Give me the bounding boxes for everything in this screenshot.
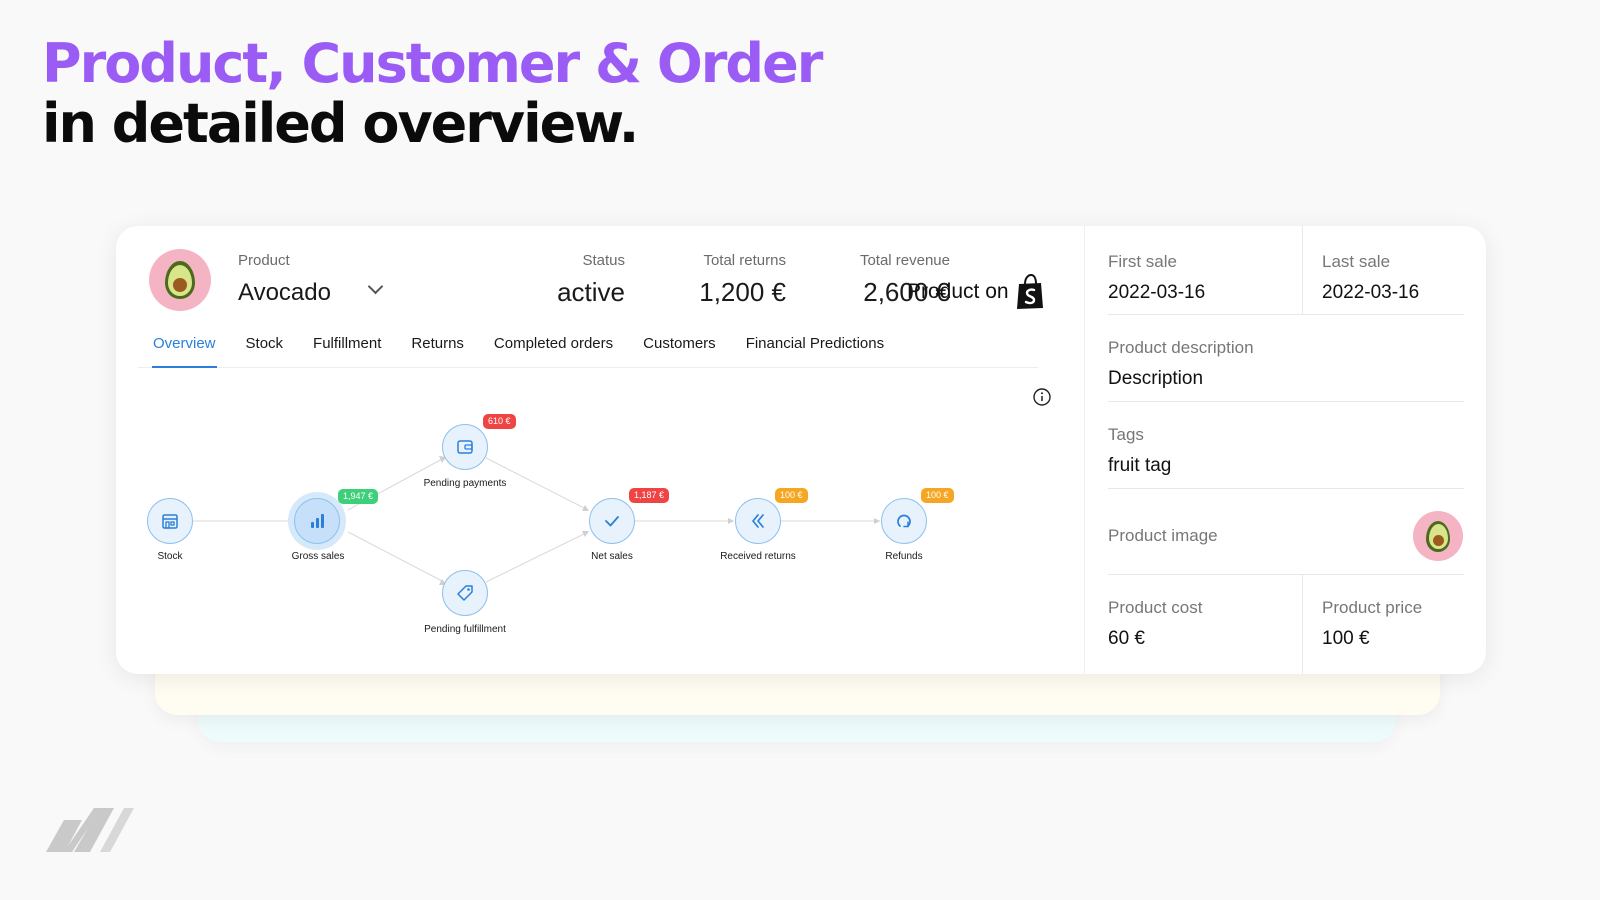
- last-sale-field: Last sale 2022-03-16: [1322, 252, 1419, 304]
- tags-label: Tags: [1108, 425, 1144, 444]
- first-sale-field: First sale 2022-03-16: [1108, 252, 1205, 304]
- received-returns-node[interactable]: [735, 498, 781, 544]
- product-label: Product: [238, 252, 290, 269]
- refunds-label: Refunds: [885, 551, 923, 562]
- received-returns-label: Received returns: [720, 551, 796, 562]
- last-sale-value: 2022-03-16: [1322, 282, 1420, 303]
- refunds-badge: 100 €: [921, 488, 954, 503]
- product-on-shopify-link[interactable]: Product on: [907, 274, 1045, 310]
- tags-field: Tags fruit tag: [1108, 425, 1171, 477]
- product-description-field: Product description Description: [1108, 338, 1254, 390]
- check-icon: [605, 516, 619, 527]
- pending-payments-label: Pending payments: [423, 478, 507, 489]
- sale-dates-divider: [1302, 226, 1303, 314]
- store-icon: [162, 514, 178, 529]
- product-cost-field: Product cost 60 €: [1108, 598, 1203, 650]
- pending-payments-badge: 610 €: [483, 414, 516, 429]
- pending-payments-node[interactable]: [442, 424, 488, 470]
- product-overview-card: Product Avocado Status active Total retu…: [116, 226, 1486, 674]
- brand-logo-icon: [46, 808, 134, 852]
- product-image-label: Product image: [1108, 526, 1218, 545]
- product-price-label: Product price: [1322, 598, 1423, 617]
- net-sales-label: Net sales: [591, 551, 633, 562]
- product-avatar: [149, 249, 211, 311]
- tab-stock[interactable]: Stock: [231, 334, 299, 368]
- pending-fulfillment-label: Pending fulfillment: [424, 624, 506, 635]
- tab-bar: Overview Stock Fulfillment Returns Compl…: [138, 334, 1038, 368]
- refresh-icon: [897, 514, 911, 528]
- product-description-value: Description: [1108, 368, 1204, 389]
- bar-chart-icon: [311, 514, 324, 528]
- first-sale-label: First sale: [1108, 252, 1177, 271]
- product-on-label: Product on: [907, 280, 1009, 303]
- stock-node[interactable]: [147, 498, 193, 544]
- tab-financial-predictions[interactable]: Financial Predictions: [731, 334, 899, 368]
- product-cost-label: Product cost: [1108, 598, 1203, 617]
- tab-fulfillment[interactable]: Fulfillment: [298, 334, 396, 368]
- refunds-node[interactable]: [881, 498, 927, 544]
- product-price-value: 100 €: [1322, 628, 1370, 649]
- received-returns-badge: 100 €: [775, 488, 808, 503]
- card-divider: [1084, 226, 1085, 674]
- tab-completed-orders[interactable]: Completed orders: [479, 334, 628, 368]
- tag-icon: [457, 585, 473, 601]
- total-revenue-label: Total revenue: [859, 252, 950, 269]
- tab-customers[interactable]: Customers: [628, 334, 731, 368]
- tags-value: fruit tag: [1108, 455, 1172, 476]
- stock-node-label: Stock: [157, 551, 183, 562]
- headline-line-1: Product, Customer & Order: [42, 32, 823, 95]
- info-icon[interactable]: [1033, 388, 1051, 406]
- product-selector[interactable]: Product Avocado: [238, 252, 331, 307]
- wallet-icon: [457, 440, 473, 454]
- net-sales-badge: 1,187 €: [629, 488, 670, 503]
- avocado-icon: [1426, 520, 1450, 552]
- divider-1: [1108, 314, 1464, 315]
- tab-returns[interactable]: Returns: [396, 334, 479, 368]
- gross-sales-label: Gross sales: [291, 551, 345, 562]
- headline: Product, Customer & Order in detailed ov…: [42, 32, 823, 155]
- gross-sales-badge: 1,947 €: [338, 489, 379, 504]
- divider-4: [1108, 574, 1464, 575]
- product-image-thumbnail[interactable]: [1413, 511, 1463, 561]
- cost-price-divider: [1302, 574, 1303, 674]
- shopify-bag-icon: [1016, 274, 1043, 309]
- first-sale-value: 2022-03-16: [1108, 282, 1206, 303]
- headline-line-2: in detailed overview.: [42, 92, 639, 155]
- sales-flow-diagram: Stock 1,947 € Gross sales 610 € Pending …: [138, 398, 1018, 668]
- net-sales-node[interactable]: [589, 498, 635, 544]
- avocado-icon: [165, 261, 195, 299]
- pending-fulfillment-node[interactable]: [442, 570, 488, 616]
- product-image-field: Product image: [1108, 526, 1218, 546]
- divider-3: [1108, 488, 1464, 489]
- double-chevron-left-icon: [752, 514, 764, 528]
- product-price-field: Product price 100 €: [1322, 598, 1422, 650]
- tab-overview[interactable]: Overview: [138, 334, 231, 368]
- product-value: Avocado: [238, 279, 331, 306]
- divider-2: [1108, 401, 1464, 402]
- last-sale-label: Last sale: [1322, 252, 1391, 271]
- product-description-label: Product description: [1108, 338, 1254, 357]
- chevron-down-icon[interactable]: [367, 278, 384, 295]
- product-cost-value: 60 €: [1108, 628, 1145, 649]
